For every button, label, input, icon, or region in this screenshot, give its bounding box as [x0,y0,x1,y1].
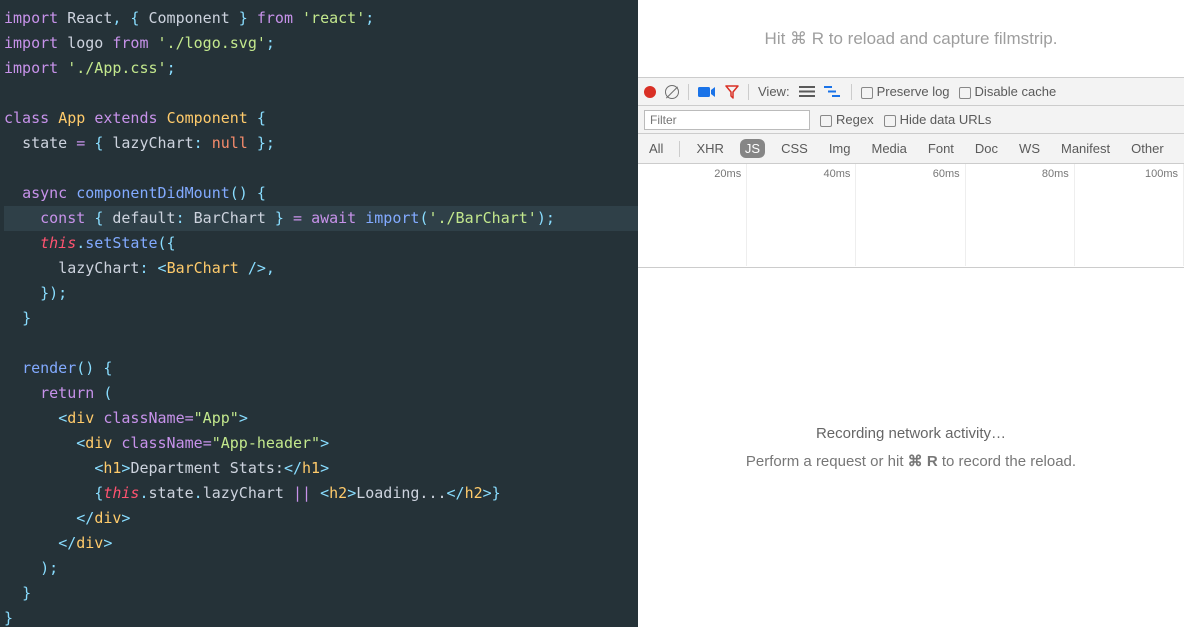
category-js[interactable]: JS [740,139,765,158]
disable-cache-checkbox[interactable]: Disable cache [959,84,1057,99]
separator [851,84,852,100]
status-title: Recording network activity… [816,425,1006,442]
filter-input[interactable] [644,110,810,130]
large-rows-icon[interactable] [799,85,815,98]
category-manifest[interactable]: Manifest [1056,139,1115,158]
category-media[interactable]: Media [866,139,911,158]
category-ws[interactable]: WS [1014,139,1045,158]
timeline-tick: 40ms [747,168,856,180]
filter-bar: Regex Hide data URLs [638,106,1184,134]
regex-checkbox[interactable]: Regex [820,112,874,127]
clear-icon[interactable] [665,85,679,99]
network-toolbar: View: Preserve log Disable cache [638,78,1184,106]
status-subtitle: Perform a request or hit ⌘ R to record t… [746,452,1076,470]
timeline-tick: 80ms [966,168,1075,180]
record-button[interactable] [644,86,656,98]
category-bar: All XHR JS CSS Img Media Font Doc WS Manifest Othe… [638,134,1184,164]
devtools-panel: Hit ⌘ R to reload and capture filmstrip.… [638,0,1184,627]
separator [748,84,749,100]
timeline-tick: 20ms [638,168,747,180]
hide-urls-checkbox[interactable]: Hide data URLs [884,112,992,127]
timeline[interactable]: 20ms40ms60ms80ms100ms [638,164,1184,268]
network-status: Recording network activity… Perform a re… [638,268,1184,627]
category-img[interactable]: Img [824,139,856,158]
preserve-log-checkbox[interactable]: Preserve log [861,84,950,99]
category-all[interactable]: All [644,139,668,158]
filter-icon[interactable] [725,85,739,99]
category-font[interactable]: Font [923,139,959,158]
view-label: View: [758,84,790,99]
code-editor[interactable]: import React, { Component } from 'react'… [0,0,638,627]
timeline-tick: 100ms [1075,168,1184,180]
timeline-tick: 60ms [856,168,965,180]
category-xhr[interactable]: XHR [691,139,728,158]
category-other[interactable]: Other [1126,139,1169,158]
category-css[interactable]: CSS [776,139,813,158]
waterfall-icon[interactable] [824,85,842,98]
category-doc[interactable]: Doc [970,139,1003,158]
screenshot-icon[interactable] [698,86,716,98]
filmstrip-banner: Hit ⌘ R to reload and capture filmstrip. [638,0,1184,78]
separator [688,84,689,100]
